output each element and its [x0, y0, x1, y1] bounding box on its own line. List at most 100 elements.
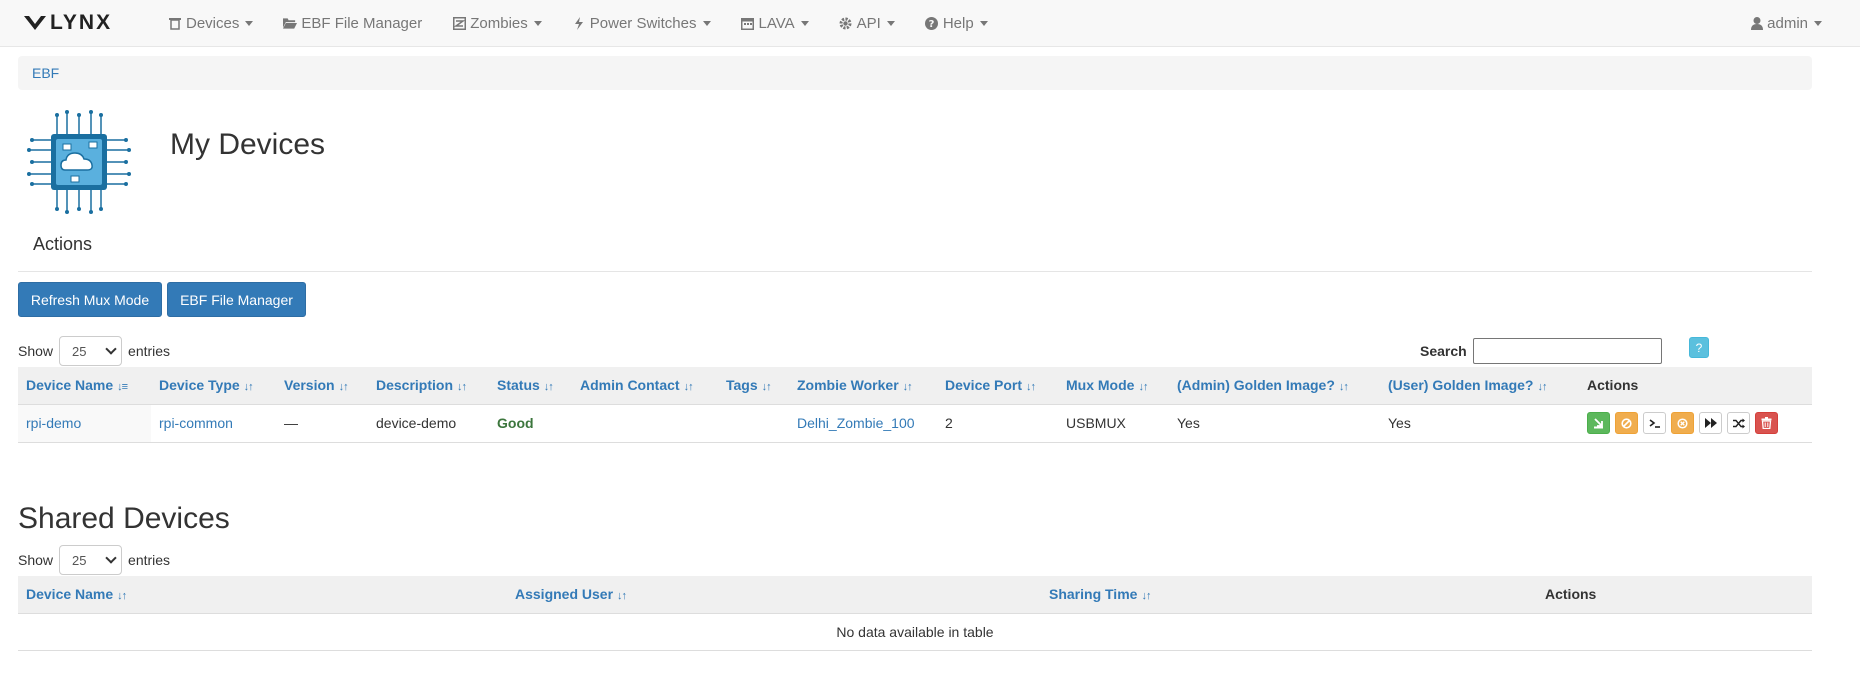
user-menu[interactable]: admin [1751, 0, 1822, 47]
cell-user-golden-image: Yes [1380, 404, 1579, 443]
terminal-icon [1649, 418, 1660, 428]
cell-actions [1579, 404, 1812, 443]
help-button[interactable]: ? [1689, 337, 1709, 358]
nav-lava[interactable]: LAVA [741, 15, 809, 32]
shared-col-sharing-time[interactable]: Sharing Time ↓↑ [1041, 576, 1537, 614]
cell-device-type: rpi-common [151, 404, 276, 443]
col-tags[interactable]: Tags ↓↑ [718, 367, 789, 405]
col-actions: Actions [1579, 367, 1812, 405]
col-admin-contact[interactable]: Admin Contact ↓↑ [572, 367, 718, 405]
gear-icon [839, 16, 853, 30]
trash-icon [1761, 417, 1772, 429]
search-input[interactable] [1472, 338, 1662, 364]
bolt-icon [572, 16, 586, 30]
nav-power-switches[interactable]: Power Switches [572, 15, 711, 32]
col-user-golden-image[interactable]: (User) Golden Image? ↓↑ [1380, 367, 1579, 405]
nav-zombies[interactable]: Zombies [452, 15, 542, 32]
random-icon [1732, 418, 1745, 428]
chip-cloud-logo [27, 110, 131, 214]
caret-down-icon [533, 20, 542, 26]
refresh-mux-mode-button[interactable]: Refresh Mux Mode [18, 282, 162, 317]
page-size-control: Show 25 entries [18, 336, 170, 366]
nav-devices[interactable]: Devices [168, 14, 254, 32]
cell-admin-golden-image: Yes [1169, 404, 1380, 443]
col-device-port[interactable]: Device Port ↓↑ [937, 367, 1058, 405]
console-button[interactable] [1643, 412, 1666, 434]
cell-tags [718, 404, 789, 443]
brand-logo[interactable]: LYNX [24, 11, 124, 35]
lynx-logo-icon [24, 16, 46, 30]
flash-image-button[interactable] [1587, 412, 1610, 434]
col-version[interactable]: Version ↓↑ [276, 367, 368, 405]
times-circle-icon [1677, 417, 1688, 429]
shared-col-actions: Actions [1537, 576, 1812, 614]
nav-ebf-label: EBF File Manager [301, 14, 423, 32]
shared-entries-label: entries [128, 552, 171, 568]
caret-down-icon [979, 20, 988, 26]
trash-icon [168, 16, 182, 30]
zombie-worker-link[interactable]: Delhi_Zombie_100 [797, 415, 915, 431]
brand-name: LYNX [50, 11, 113, 34]
show-label: Show [18, 343, 54, 359]
row-action-buttons [1587, 412, 1804, 434]
cell-description: device-demo [368, 404, 489, 443]
nav-lava-label: LAVA [758, 14, 795, 32]
page-size-value: 25 [72, 343, 87, 359]
status-badge: Good [497, 415, 534, 431]
col-mux-mode[interactable]: Mux Mode ↓↑ [1058, 367, 1169, 405]
nav-help-label: Help [942, 14, 974, 32]
calendar-icon [741, 16, 755, 30]
col-description[interactable]: Description ↓↑ [368, 367, 489, 405]
nav-power-label: Power Switches [589, 14, 697, 32]
divider [18, 271, 1812, 272]
shared-page-size-select[interactable]: 25 [59, 545, 123, 575]
nav-api[interactable]: API [839, 15, 895, 32]
table-header-row: Device Name ↓≡ Device Type ↓↑ Version ↓↑ De… [18, 367, 1812, 405]
folder-open-icon [283, 16, 298, 30]
chevron-down-icon [105, 343, 117, 355]
col-device-name[interactable]: Device Name ↓≡ [18, 367, 151, 405]
nav-ebf-file-manager[interactable]: EBF File Manager [283, 15, 422, 32]
actions-heading: Actions [33, 234, 93, 254]
shared-devices-table: Device Name ↓↑ Assigned User ↓↑ Sharing Ti… [18, 576, 1812, 651]
svg-text:?: ? [929, 19, 935, 30]
question-circle-icon: ? [925, 16, 939, 30]
shared-show-label: Show [18, 552, 54, 568]
fast-forward-icon [1704, 418, 1717, 428]
user-icon [1751, 17, 1764, 30]
nav-devices-label: Devices [186, 14, 240, 32]
cell-admin-contact [572, 404, 718, 443]
breadcrumb-ebf-link[interactable]: EBF [32, 65, 59, 81]
ban-icon [1621, 417, 1632, 429]
fast-forward-button[interactable] [1699, 412, 1722, 434]
page-size-select[interactable]: 25 [59, 336, 123, 366]
caret-down-icon [800, 20, 809, 26]
shared-table-header-row: Device Name ↓↑ Assigned User ↓↑ Sharing Ti… [18, 576, 1812, 614]
nav-api-label: API [856, 14, 881, 32]
col-admin-golden-image[interactable]: (Admin) Golden Image? ↓↑ [1169, 367, 1380, 405]
shared-col-device-name[interactable]: Device Name ↓↑ [18, 576, 507, 614]
caret-down-icon [702, 20, 711, 26]
col-status[interactable]: Status ↓↑ [489, 367, 572, 405]
delete-device-button[interactable] [1755, 412, 1778, 434]
cell-status: Good [489, 404, 572, 443]
cell-zombie-worker: Delhi_Zombie_100 [789, 404, 937, 443]
shared-page-size-value: 25 [72, 552, 87, 568]
ebf-file-manager-button[interactable]: EBF File Manager [167, 282, 306, 317]
device-type-link[interactable]: rpi-common [159, 415, 233, 431]
cancel-job-button[interactable] [1671, 412, 1694, 434]
cell-device-name: rpi-demo [18, 404, 151, 443]
cell-mux-mode: USBMUX [1058, 404, 1169, 443]
shared-page-size-control: Show 25 entries [18, 545, 170, 575]
nav-zombies-label: Zombies [470, 14, 528, 32]
col-device-type[interactable]: Device Type ↓↑ [151, 367, 276, 405]
caret-down-icon [245, 20, 254, 26]
shared-col-assigned-user[interactable]: Assigned User ↓↑ [507, 576, 1041, 614]
switch-mux-button[interactable] [1727, 412, 1750, 434]
top-navbar: LYNX Devices EBF File Manager Zombies Po… [0, 0, 1860, 47]
disable-device-button[interactable] [1615, 412, 1638, 434]
col-zombie-worker[interactable]: Zombie Worker ↓↑ [789, 367, 937, 405]
nav-help[interactable]: ? Help [925, 15, 988, 32]
device-name-link[interactable]: rpi-demo [26, 415, 81, 431]
table-row: rpi-demo rpi-common — device-demo Good D… [18, 404, 1812, 443]
